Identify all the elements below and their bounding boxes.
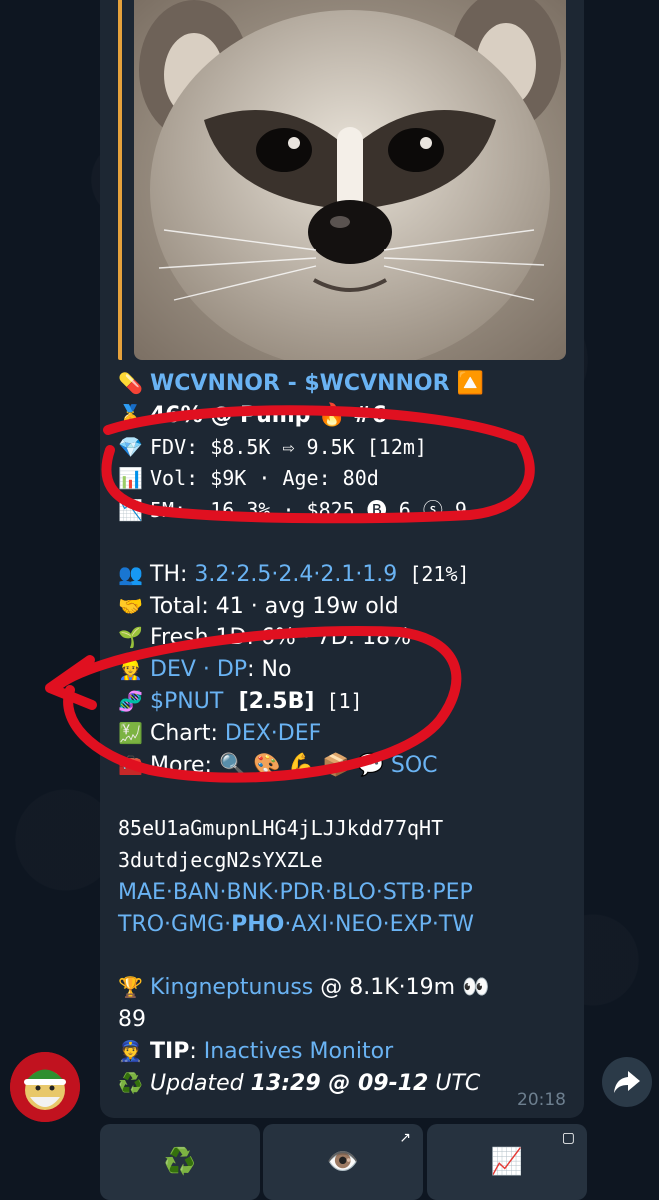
forward-icon[interactable] bbox=[602, 1057, 652, 1107]
line-emoji-icon: 🧰 bbox=[118, 752, 143, 777]
message-text-part: [2.5B] bbox=[223, 688, 315, 714]
message-text-part: [1] bbox=[314, 688, 363, 713]
chart-button[interactable]: 📈 ▢ bbox=[427, 1124, 587, 1200]
message-text-part: TH: bbox=[150, 561, 195, 587]
message-text-part: Chart: bbox=[150, 720, 225, 746]
media-accent-bar bbox=[118, 0, 122, 360]
message-line bbox=[118, 940, 578, 972]
message-link[interactable]: TRO·GMG· bbox=[118, 909, 231, 941]
message-text-part: FDV: $8.5K ⇨ 9.5K [12m] bbox=[150, 434, 427, 459]
message-line: 85eU1aGmupnLHG4jLJJkdd77qHT bbox=[118, 813, 578, 845]
message-line: 👮 TIP: Inactives Monitor bbox=[118, 1036, 578, 1068]
message-link[interactable]: 3.2·2.5·2.4·2.1·1.9 bbox=[194, 559, 397, 591]
button-corner-icon: ▢ bbox=[561, 1130, 575, 1146]
line-emoji-icon: 💹 bbox=[118, 720, 143, 745]
line-emoji-icon: 🥇 bbox=[118, 402, 143, 427]
keyboard-button-icon: 📈 bbox=[490, 1147, 524, 1177]
message-text-part: Vol: $9K · Age: 80d bbox=[150, 466, 379, 491]
message-text-part: TIP bbox=[150, 1038, 190, 1064]
scan-button[interactable]: 👁️ ↗ bbox=[263, 1124, 423, 1200]
message-line: TRO·GMG· PHO ·AXI·NEO·EXP·TW bbox=[118, 909, 578, 941]
line-emoji-icon: 🌱 bbox=[118, 625, 143, 650]
message-text-part: 🔼 bbox=[449, 371, 484, 396]
message-text-part: Updated bbox=[150, 1070, 251, 1096]
message-line: 3dutdjecgN2sYXZLe bbox=[118, 845, 578, 877]
message-line: MAE·BAN·BNK·PDR·BLO·STB·PEP bbox=[118, 877, 578, 909]
message-text-part: 89 bbox=[118, 1006, 146, 1032]
message-text-part: 5M: -16.3% · $825 🅑 6 ⓢ 9 bbox=[150, 498, 467, 523]
message-line: 💹 Chart: DEX·DEF bbox=[118, 718, 578, 750]
message-text-part: Total: 41 · avg 19w old bbox=[150, 593, 399, 619]
message-text-part: 13:29 @ 09-12 bbox=[250, 1070, 429, 1096]
message-text-part: 46% @ Pump 🔥 #6 bbox=[150, 402, 387, 428]
line-emoji-icon: 🏆 bbox=[118, 975, 143, 1000]
message-line: 🌱 Fresh 1D: 6% · 7D: 18% bbox=[118, 622, 578, 654]
message-line: 🥇 46% @ Pump 🔥 #6 bbox=[118, 400, 578, 432]
message-bubble: 💊 WCVNNOR - $WCVNNOR 🔼 🥇 46% @ Pump 🔥 #6 💎 FD… bbox=[100, 0, 584, 1118]
message-text-part: [21%] bbox=[397, 561, 470, 586]
line-emoji-icon: 📉 bbox=[118, 498, 143, 523]
message-line: 💊 WCVNNOR - $WCVNNOR 🔼 bbox=[118, 368, 578, 400]
message-link[interactable]: ·AXI·NEO·EXP·TW bbox=[284, 909, 474, 941]
message-line bbox=[118, 527, 578, 559]
message-text-part: : No bbox=[247, 657, 292, 683]
message-line: 🧰 More: 🔍 🎨 💪 📦 💬 SOC bbox=[118, 750, 578, 782]
message-link[interactable]: DEX·DEF bbox=[225, 718, 321, 750]
message-text-part: UTC bbox=[428, 1070, 481, 1096]
message-line: 📉 5M: -16.3% · $825 🅑 6 ⓢ 9 bbox=[118, 495, 578, 527]
message-line: 💎 FDV: $8.5K ⇨ 9.5K [12m] bbox=[118, 432, 578, 464]
button-corner-icon: ↗ bbox=[399, 1130, 411, 1146]
message-link[interactable]: DEV · DP bbox=[150, 654, 247, 686]
message-text-part: More: 🔍 🎨 💪 📦 💬 bbox=[150, 752, 391, 778]
line-emoji-icon: 👥 bbox=[118, 561, 143, 586]
message-line: 📊 Vol: $9K · Age: 80d bbox=[118, 463, 578, 495]
refresh-button[interactable]: ♻️ bbox=[100, 1124, 260, 1200]
message-line bbox=[118, 781, 578, 813]
message-line: 89 bbox=[118, 1004, 578, 1036]
message-line: 🏆 Kingneptunuss @ 8.1K·19m 👀 bbox=[118, 972, 578, 1004]
message-line: 🤝 Total: 41 · avg 19w old bbox=[118, 591, 578, 623]
line-emoji-icon: 🤝 bbox=[118, 593, 143, 618]
message-link[interactable]: Kingneptunuss bbox=[150, 972, 313, 1004]
message-text-part: 85eU1aGmupnLHG4jLJJkdd77qHT bbox=[118, 816, 444, 841]
message-link[interactable]: SOC bbox=[391, 750, 438, 782]
line-emoji-icon: ♻️ bbox=[118, 1070, 143, 1095]
line-emoji-icon: 📊 bbox=[118, 466, 143, 491]
message-text-part: : bbox=[189, 1038, 204, 1064]
message-line: 🧬 $PNUT [2.5B] [1] bbox=[118, 686, 578, 718]
message-line: ♻️ Updated 13:29 @ 09-12 UTC bbox=[118, 1068, 578, 1100]
keyboard-button-icon: ♻️ bbox=[163, 1147, 197, 1177]
message-text-part: @ 8.1K·19m 👀 bbox=[313, 975, 490, 1001]
message-link[interactable]: WCVNNOR - $WCVNNOR bbox=[150, 368, 450, 400]
message-line: 👷 DEV · DP: No bbox=[118, 654, 578, 686]
raccoon-photo[interactable] bbox=[134, 0, 566, 360]
message-text-part: 3dutdjecgN2sYXZLe bbox=[118, 847, 323, 872]
line-emoji-icon: 👮 bbox=[118, 1038, 143, 1063]
line-emoji-icon: 💎 bbox=[118, 434, 143, 459]
keyboard-button-icon: 👁️ bbox=[326, 1147, 360, 1177]
message-link[interactable]: PHO bbox=[231, 909, 284, 941]
message-text: 💊 WCVNNOR - $WCVNNOR 🔼 🥇 46% @ Pump 🔥 #6 💎 FD… bbox=[118, 368, 578, 1099]
line-emoji-icon: 💊 bbox=[118, 371, 143, 395]
line-emoji-icon: 👷 bbox=[118, 657, 143, 682]
message-link[interactable]: Inactives Monitor bbox=[204, 1036, 393, 1068]
message-link[interactable]: MAE·BAN·BNK·PDR·BLO·STB·PEP bbox=[118, 877, 473, 909]
line-emoji-icon: 🧬 bbox=[118, 688, 143, 713]
message-link[interactable]: $PNUT bbox=[150, 686, 223, 718]
message-line: 👥 TH: 3.2·2.5·2.4·2.1·1.9 [21%] bbox=[118, 559, 578, 591]
message-time: 20:18 bbox=[517, 1090, 566, 1110]
bot-avatar[interactable] bbox=[10, 1052, 80, 1122]
message-text-part: Fresh 1D: 6% · 7D: 18% bbox=[150, 625, 412, 651]
